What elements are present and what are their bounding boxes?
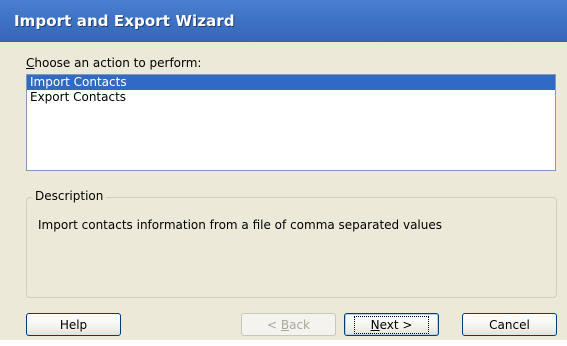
list-item-export-contacts[interactable]: Export Contacts	[27, 90, 555, 105]
cancel-button[interactable]: Cancel	[462, 313, 557, 336]
title-bar: Import and Export Wizard	[0, 0, 567, 42]
next-button-label: Next >	[353, 315, 430, 334]
cancel-button-label: Cancel	[489, 317, 530, 332]
next-mnemonic: N	[370, 317, 380, 332]
back-prefix: <	[266, 317, 281, 332]
back-button[interactable]: < Back	[241, 313, 336, 336]
help-button[interactable]: Help	[26, 313, 121, 336]
window-title: Import and Export Wizard	[14, 12, 235, 30]
back-mnemonic: B	[280, 317, 290, 332]
bottom-background-strip	[0, 340, 567, 346]
list-item-import-contacts[interactable]: Import Contacts	[27, 75, 555, 90]
help-button-label: Help	[59, 317, 88, 332]
action-listbox[interactable]: Import Contacts Export Contacts	[26, 74, 556, 171]
next-rest: ext >	[379, 317, 413, 332]
description-legend: Description	[32, 189, 107, 203]
action-prompt-label: Choose an action to perform:	[26, 56, 201, 70]
description-groupbox: Description Import contacts information …	[26, 189, 557, 298]
description-text: Import contacts information from a file …	[38, 218, 442, 232]
back-rest: ack	[289, 317, 310, 332]
prompt-text: hoose an action to perform:	[34, 56, 202, 70]
back-button-label: < Back	[267, 318, 310, 332]
wizard-dialog: Import and Export Wizard Choose an actio…	[0, 0, 567, 340]
next-button[interactable]: Next >	[344, 313, 439, 336]
